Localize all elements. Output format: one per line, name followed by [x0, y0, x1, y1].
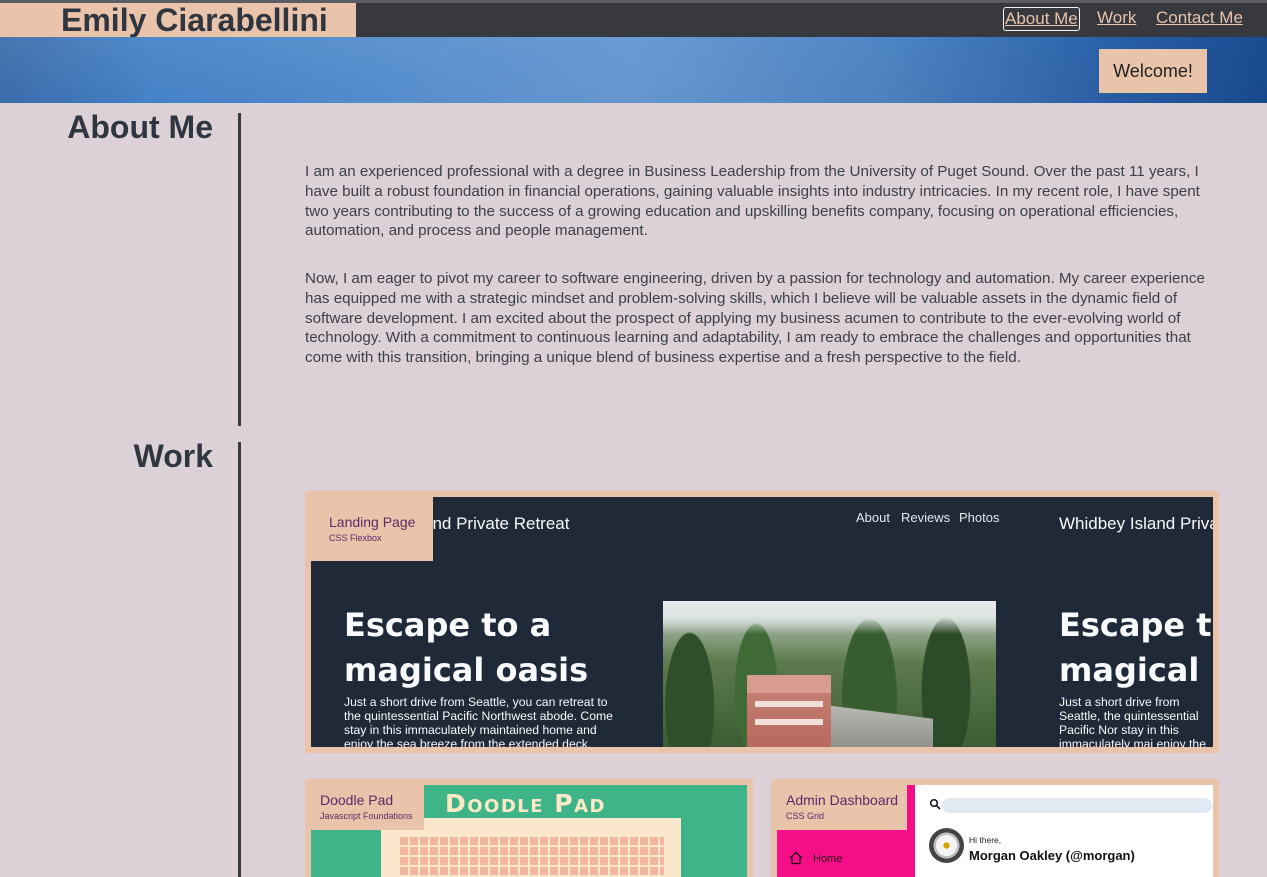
preview-headline-repeat-2: magical — [1059, 651, 1200, 689]
about-paragraph-1: I am an experienced professional with a … — [305, 163, 1200, 240]
project-subtitle: CSS Flexbox — [329, 533, 382, 543]
admin-search-bar — [942, 798, 1212, 813]
welcome-badge: Welcome! — [1099, 49, 1207, 93]
about-heading: About Me — [67, 109, 213, 145]
preview-brand: and Private Retreat — [423, 514, 570, 533]
admin-sidebar-home: Home — [813, 853, 843, 865]
preview-nav-reviews: Reviews — [901, 510, 951, 525]
nav-work[interactable]: Work — [1095, 7, 1138, 29]
preview-body: Just a short drive from Seattle, you can… — [344, 695, 613, 747]
admin-username: Morgan Oakley (@morgan) — [969, 848, 1135, 863]
project-subtitle: CSS Grid — [786, 811, 825, 821]
preview-brand-repeat: Whidbey Island Privat — [1059, 514, 1213, 533]
project-label-admin-dashboard: Admin Dashboard CSS Grid — [771, 779, 907, 830]
doodle-grid-lines — [398, 835, 664, 877]
search-icon — [929, 798, 941, 810]
project-card-admin-dashboard[interactable]: Home Hi there, Morgan Oakley (@morgan) A… — [771, 779, 1219, 877]
project-subtitle: Javascript Foundations — [320, 811, 413, 821]
driveway-shape — [813, 705, 933, 747]
preview-headline-2: magical oasis — [344, 651, 589, 689]
work-divider — [238, 442, 241, 877]
nav-about-me[interactable]: About Me — [1003, 7, 1080, 31]
hero-banner — [0, 37, 1267, 103]
house-shape — [747, 675, 831, 747]
preview-headline-1: Escape to a — [344, 606, 552, 644]
about-divider — [238, 113, 241, 426]
cabin-forest-image — [663, 601, 996, 747]
doodle-heading: Doodle Pad — [445, 789, 606, 818]
project-card-landing-page[interactable]: and Private Retreat About Reviews Photos… — [305, 491, 1219, 753]
project-label-landing-page: Landing Page CSS Flexbox — [311, 497, 433, 561]
nav-contact-me[interactable]: Contact Me — [1154, 7, 1245, 29]
project-label-doodle-pad: Doodle Pad Javascript Foundations — [305, 779, 424, 830]
preview-nav-photos: Photos — [959, 510, 1000, 525]
preview-body-repeat: Just a short drive from Seattle, the qui… — [1059, 695, 1206, 747]
main-nav: About Me Work Contact Me — [0, 7, 1267, 33]
project-title: Admin Dashboard — [786, 792, 899, 808]
about-paragraph-2: Now, I am eager to pivot my career to so… — [305, 270, 1205, 367]
preview-nav-about: About — [856, 510, 890, 525]
preview-headline-repeat-1: Escape t — [1059, 606, 1212, 644]
home-icon — [789, 851, 803, 865]
doodle-canvas — [381, 818, 681, 877]
user-avatar — [929, 828, 964, 863]
project-title: Landing Page — [329, 514, 416, 530]
landing-page-preview: and Private Retreat About Reviews Photos… — [311, 497, 1213, 747]
project-card-doodle-pad[interactable]: Doodle Pad Doodle Pad Javascript Foundat… — [305, 779, 753, 877]
admin-greeting: Hi there, — [969, 835, 1002, 845]
project-title: Doodle Pad — [320, 792, 394, 808]
work-heading: Work — [133, 438, 213, 474]
